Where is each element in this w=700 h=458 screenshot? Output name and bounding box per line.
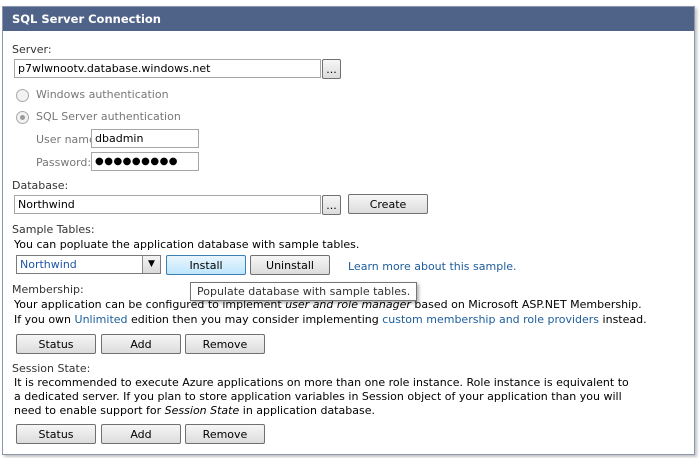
session-status-button[interactable]: Status [16, 424, 96, 444]
session-state-line-3: need to enable support for Session State… [14, 404, 375, 417]
custom-providers-link[interactable]: custom membership and role providers [382, 313, 599, 326]
create-button[interactable]: Create [348, 194, 428, 214]
unlimited-link[interactable]: Unlimited [75, 313, 128, 326]
database-input[interactable]: Northwind [14, 195, 321, 214]
install-button[interactable]: Install [166, 255, 246, 275]
username-label: User name: [36, 133, 100, 146]
sample-tables-description: You can popluate the application databas… [14, 238, 360, 251]
sample-database-value: Northwind [20, 258, 77, 271]
session-state-label: Session State: [12, 362, 91, 375]
password-input[interactable]: ●●●●●●●●● [91, 152, 199, 171]
session-state-line-1: It is recommended to execute Azure appli… [14, 376, 629, 389]
chevron-down-icon[interactable]: ▼ [142, 256, 160, 273]
membership-label: Membership: [12, 283, 84, 296]
session-add-button[interactable]: Add [101, 424, 181, 444]
panel-title: SQL Server Connection [3, 7, 694, 31]
windows-auth-label: Windows authentication [36, 88, 169, 101]
server-label: Server: [12, 43, 52, 56]
session-state-line-2: a dedicated server. If you plan to store… [14, 390, 622, 403]
install-tooltip: Populate database with sample tables. [190, 282, 418, 301]
membership-add-button[interactable]: Add [101, 334, 181, 354]
server-input[interactable]: p7wlwnootv.database.windows.net [14, 59, 321, 78]
uninstall-button[interactable]: Uninstall [250, 255, 330, 275]
windows-auth-radio[interactable] [16, 89, 29, 102]
membership-remove-button[interactable]: Remove [185, 334, 265, 354]
sql-auth-radio[interactable] [16, 111, 29, 124]
sql-server-connection-panel: SQL Server Connection Server: p7wlwnootv… [2, 6, 695, 455]
membership-line-2: If you own Unlimited edition then you ma… [14, 313, 647, 326]
sample-database-select[interactable]: Northwind ▼ [16, 255, 161, 274]
session-remove-button[interactable]: Remove [185, 424, 265, 444]
sql-auth-label: SQL Server authentication [36, 110, 181, 123]
learn-more-link[interactable]: Learn more about this sample. [348, 260, 517, 273]
server-browse-button[interactable]: ... [322, 59, 341, 79]
sample-tables-label: Sample Tables: [12, 223, 95, 236]
membership-status-button[interactable]: Status [16, 334, 96, 354]
password-label: Password: [36, 156, 92, 169]
database-browse-button[interactable]: ... [322, 195, 341, 215]
username-input[interactable]: dbadmin [91, 129, 199, 148]
database-label: Database: [12, 179, 69, 192]
